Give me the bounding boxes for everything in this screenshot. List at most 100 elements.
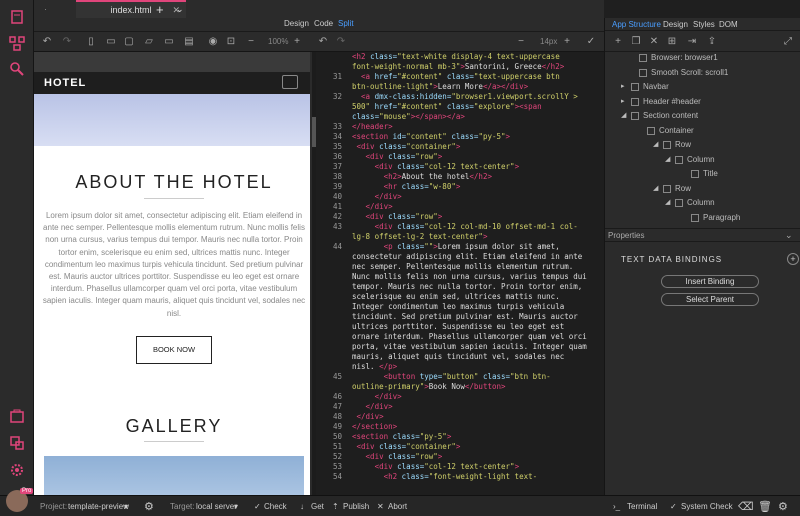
publish-button[interactable]: Publish (343, 502, 369, 511)
wrap-icon[interactable]: ⊞ (665, 35, 679, 49)
code-line[interactable]: font-weight-normal mb-3">Santorini, Gree… (316, 62, 604, 72)
code-line[interactable]: 33 </header> (316, 122, 604, 132)
hamburger-icon[interactable] (282, 75, 298, 89)
tree-item[interactable]: Title (605, 168, 800, 182)
project-settings-icon[interactable]: ⚙ (144, 500, 154, 513)
tree-expand-icon[interactable]: ▸ (621, 97, 625, 105)
tree-item[interactable]: Container (605, 125, 800, 139)
code-line[interactable]: ultrices porttitor. Suspendisse eu leo e… (316, 322, 604, 332)
upload-icon[interactable]: ⇪ (705, 35, 719, 49)
tab-design[interactable]: Design (663, 20, 688, 29)
tree-item[interactable]: ▸ Header #header (605, 96, 800, 110)
tab-dom[interactable]: DOM (719, 20, 738, 29)
code-line[interactable]: tempor. Mauris nec nulla tortor. Proin t… (316, 282, 604, 292)
copy-icon[interactable]: ❐ (629, 35, 643, 49)
select-parent-button[interactable]: Select Parent (661, 293, 759, 306)
move-icon[interactable] (182, 35, 196, 49)
code-line[interactable]: btn-outline-light">Learn More</a></div> (316, 82, 604, 92)
code-line[interactable]: 42 <div class="row"> (316, 212, 604, 222)
code-line[interactable]: 41 </div> (316, 202, 604, 212)
redo-icon[interactable]: ↷ (60, 35, 74, 49)
unwrap-icon[interactable]: ⇥ (685, 35, 699, 49)
code-line[interactable]: 47 </div> (316, 402, 604, 412)
get-icon[interactable]: ↓ (300, 502, 304, 511)
tablet-view-icon[interactable]: ▢ (122, 35, 136, 49)
code-mode-button[interactable]: Code (314, 19, 333, 28)
tab-list-chevron-icon[interactable]: ⌄ (176, 0, 188, 18)
properties-collapse-icon[interactable]: ⌄ (785, 230, 793, 241)
properties-header[interactable]: Properties ⌄ (605, 228, 800, 242)
tree-item[interactable]: ▸ Navbar (605, 81, 800, 95)
code-line[interactable]: nec semper. Pellentesque mollis elementu… (316, 262, 604, 272)
code-line[interactable]: 500" href="#content" class="explore"><sp… (316, 102, 604, 112)
code-line[interactable]: 40 </div> (316, 192, 604, 202)
tree-expand-icon[interactable]: ◢ (621, 111, 626, 119)
code-line[interactable]: 45 <button type="button" class="btn btn- (316, 372, 604, 382)
check-icon[interactable]: ✓ (254, 502, 261, 511)
terminal-icon[interactable]: ›_ (613, 502, 620, 511)
font-increase-icon[interactable]: + (560, 35, 574, 49)
code-line[interactable]: 35 <div class="container"> (316, 142, 604, 152)
code-line[interactable]: 43 <div class="col-12 col-md-10 offset-m… (316, 222, 604, 232)
eraser-icon[interactable]: ⌫ (738, 500, 754, 513)
terminal-button[interactable]: Terminal (627, 502, 657, 511)
code-line[interactable]: 31 <a href="#content" class="text-upperc… (316, 72, 604, 82)
split-mode-button[interactable]: Split (338, 19, 354, 28)
target-dropdown-icon[interactable]: ▾ (234, 502, 238, 511)
code-line[interactable]: 46 </div> (316, 392, 604, 402)
tree-item[interactable]: ◢ Column (605, 197, 800, 211)
code-redo-icon[interactable]: ↷ (334, 35, 348, 49)
validate-check-icon[interactable]: ✓ (584, 35, 598, 49)
zoom-out-icon[interactable]: − (244, 35, 258, 49)
system-check-button[interactable]: System Check (681, 502, 733, 511)
code-line[interactable]: 44 <p class="">Lorem ipsum dolor sit ame… (316, 242, 604, 252)
get-button[interactable]: Get (311, 502, 324, 511)
check-button[interactable]: Check (264, 502, 287, 511)
tree-item[interactable]: Smooth Scroll: scroll1 (605, 67, 800, 81)
code-line[interactable]: 51 <div class="container"> (316, 442, 604, 452)
tab-app-structure[interactable]: App Structure (612, 20, 661, 29)
tree-item[interactable]: ◢ Column (605, 154, 800, 168)
tree-item[interactable]: Paragraph (605, 212, 800, 226)
tree-expand-icon[interactable]: ◢ (665, 198, 670, 206)
code-editor[interactable]: <h2 class="text-white display-4 text-upp… (316, 52, 604, 495)
code-line[interactable]: 32 <a dmx-class:hidden="browser1.viewpor… (316, 92, 604, 102)
system-check-icon[interactable]: ✓ (670, 502, 677, 511)
design-preview[interactable]: HOTEL ABOUT THE HOTEL Lorem ipsum dolor … (34, 52, 314, 495)
structure-icon[interactable] (6, 32, 28, 54)
tab-styles[interactable]: Styles (693, 20, 715, 29)
tree-item[interactable]: ◢ Section content (605, 110, 800, 124)
code-line[interactable]: ornare interdum. Phasellus ullamcorper q… (316, 332, 604, 342)
code-line[interactable]: nisl. </p> (316, 362, 604, 372)
desktop-view-icon[interactable]: ▭ (162, 35, 176, 49)
laptop-view-icon[interactable]: ▱ (142, 35, 156, 49)
preview-eye-icon[interactable]: ◉ (206, 35, 220, 49)
search-icon[interactable] (6, 58, 28, 80)
expand-icon[interactable]: ⤢ (781, 35, 795, 49)
code-line[interactable]: mauris, aliquet quis tincidunt vel, soda… (316, 352, 604, 362)
brand-label[interactable]: HOTEL (44, 77, 86, 89)
code-line[interactable]: 38 <h2>About the hotel</h2> (316, 172, 604, 182)
add-icon[interactable]: + (611, 35, 625, 49)
project-select[interactable]: template-preview (68, 502, 129, 511)
phone-view-icon[interactable]: ▯ (84, 35, 98, 49)
code-line[interactable]: 53 <div class="col-12 text-center"> (316, 462, 604, 472)
code-line[interactable]: scelerisque eu enim sed, ultrices mattis… (316, 292, 604, 302)
code-line[interactable]: <h2 class="text-white display-4 text-upp… (316, 52, 604, 62)
pages-icon[interactable] (6, 6, 28, 28)
code-line[interactable]: 39 <hr class="w-80"> (316, 182, 604, 192)
insert-binding-button[interactable]: Insert Binding (661, 275, 759, 288)
publish-icon[interactable]: ⇡ (332, 502, 339, 511)
tree-expand-icon[interactable]: ◢ (653, 184, 658, 192)
code-line[interactable]: 50 <section class="py-5"> (316, 432, 604, 442)
font-decrease-icon[interactable]: − (514, 35, 528, 49)
status-settings-icon[interactable]: ⚙ (778, 500, 788, 513)
settings-icon[interactable] (6, 459, 28, 481)
code-line[interactable]: 52 <div class="row"> (316, 452, 604, 462)
zoom-in-icon[interactable]: + (290, 35, 304, 49)
code-line[interactable]: tincidunt. Sed pretium pulvinar est. Mau… (316, 312, 604, 322)
tree-expand-icon[interactable]: ◢ (653, 140, 658, 148)
extensions-icon[interactable] (6, 432, 28, 454)
abort-button[interactable]: Abort (388, 502, 407, 511)
code-line[interactable]: 54 <h2 class="font-weight-light text- (316, 472, 604, 482)
